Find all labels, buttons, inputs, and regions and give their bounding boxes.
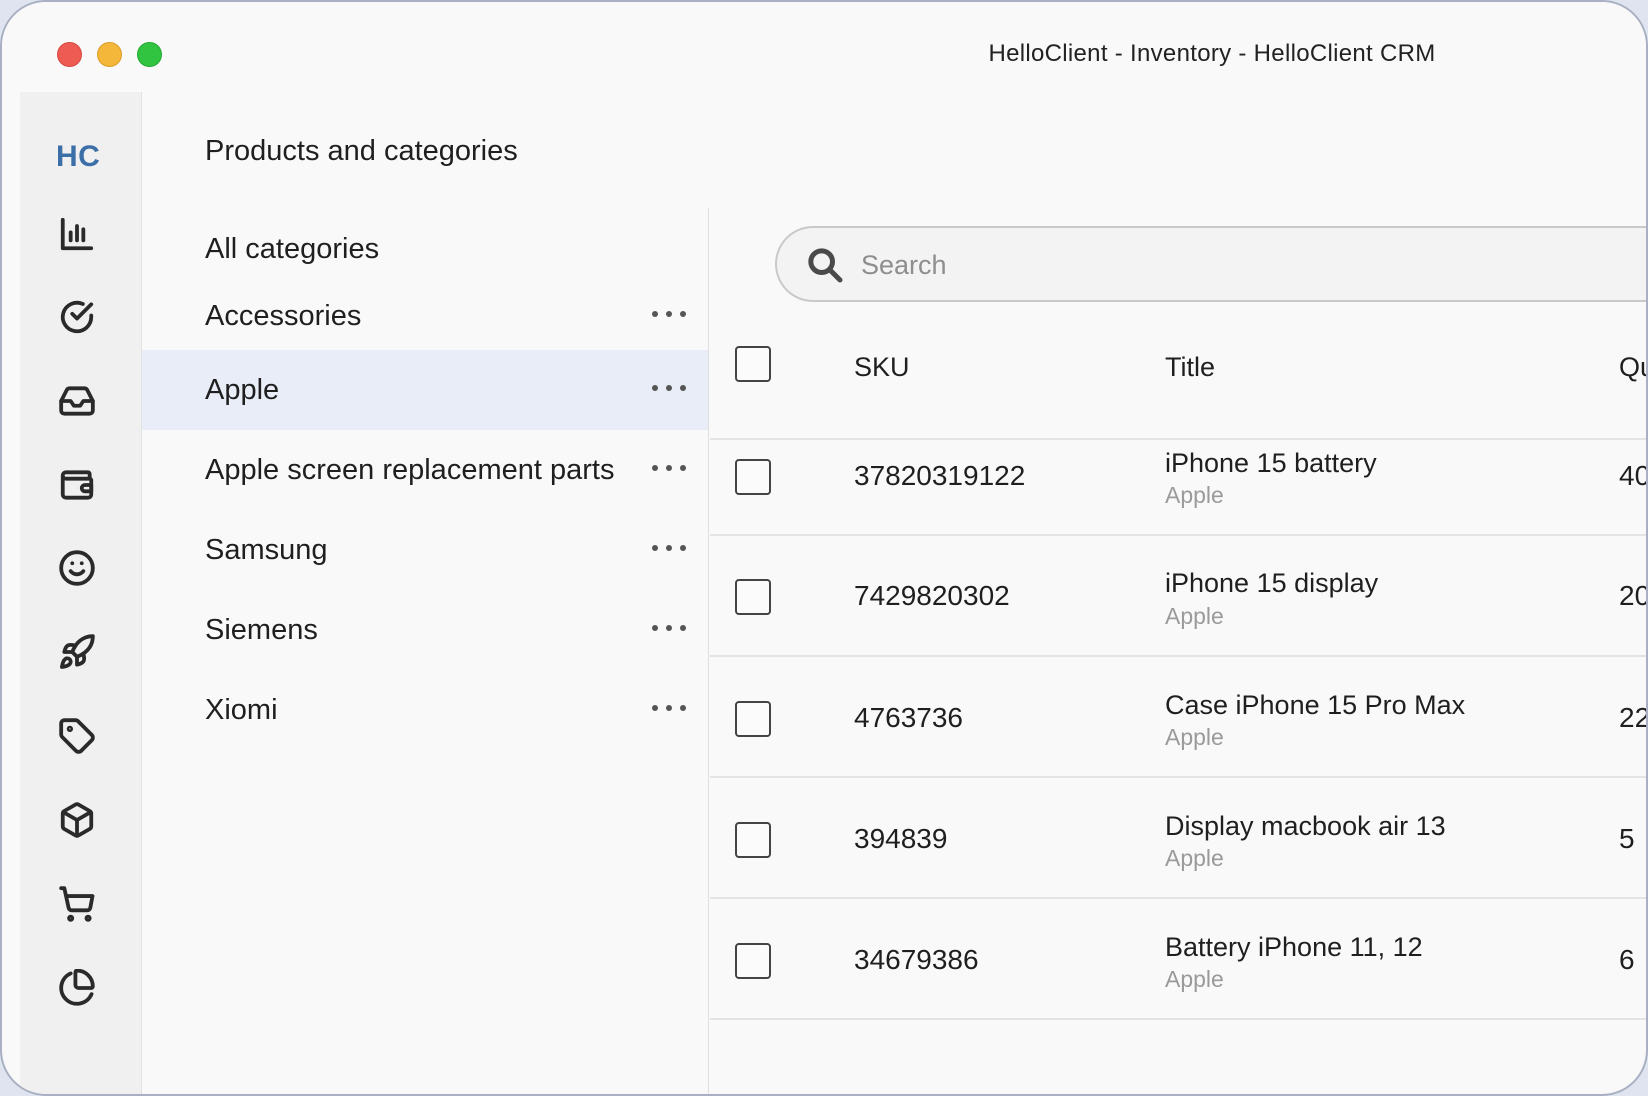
cell-category: Apple xyxy=(1165,724,1224,750)
table-row[interactable]: 4763736 Case iPhone 15 Pro Max Apple 22 xyxy=(710,657,1648,778)
category-item[interactable]: Apple screen replacement parts xyxy=(142,430,708,514)
more-options-icon[interactable] xyxy=(652,696,686,720)
cell-sku: 4763736 xyxy=(854,702,964,733)
cell-quantity: 5 xyxy=(1619,823,1635,854)
wallet-icon[interactable] xyxy=(57,465,97,505)
column-header-sku[interactable]: SKU xyxy=(854,352,910,383)
rocket-icon[interactable] xyxy=(57,632,97,672)
pie-chart-icon[interactable] xyxy=(57,968,97,1008)
more-options-icon[interactable] xyxy=(652,616,686,640)
table-row[interactable]: 394839 Display macbook air 13 Apple 5 xyxy=(710,778,1646,899)
category-item-selected[interactable]: Apple xyxy=(142,350,708,430)
category-all[interactable]: All categories xyxy=(205,233,379,266)
category-list: All categories Accessories Apple Apple s… xyxy=(142,208,709,1094)
inbox-icon[interactable] xyxy=(57,381,97,421)
row-checkbox[interactable] xyxy=(735,943,771,979)
table-row[interactable]: 7429820302 iPhone 15 display Apple 20 xyxy=(710,536,1648,657)
category-item[interactable]: Accessories xyxy=(142,274,708,358)
window-title: HelloClient - Inventory - HelloClient CR… xyxy=(988,40,1436,67)
minimize-window-button[interactable] xyxy=(97,42,122,67)
more-options-icon[interactable] xyxy=(652,302,686,326)
cell-category: Apple xyxy=(1165,482,1224,508)
search-input[interactable] xyxy=(861,246,1641,284)
category-label: Xiomi xyxy=(205,694,278,726)
cell-quantity: 6 xyxy=(1619,944,1635,975)
sidebar-rail: HC xyxy=(20,92,142,1094)
app-logo[interactable]: HC xyxy=(56,140,100,174)
category-label: Siemens xyxy=(205,614,318,646)
select-all-checkbox[interactable] xyxy=(735,346,771,382)
cell-title: Case iPhone 15 Pro Max xyxy=(1165,690,1466,720)
column-header-title[interactable]: Title xyxy=(1165,352,1215,383)
tag-icon[interactable] xyxy=(57,716,97,756)
category-label: Apple screen replacement parts xyxy=(205,454,615,486)
more-options-icon[interactable] xyxy=(652,456,686,480)
page-title: Products and categories xyxy=(205,135,518,167)
cell-sku: 7429820302 xyxy=(854,580,1010,611)
cart-icon[interactable] xyxy=(57,884,97,924)
cell-category: Apple xyxy=(1165,966,1224,992)
cell-sku: 37820319122 xyxy=(854,460,1026,491)
column-header-quantity[interactable]: Qu xyxy=(1619,352,1646,383)
row-checkbox[interactable] xyxy=(735,822,771,858)
title-bar: HelloClient - Inventory - HelloClient CR… xyxy=(2,2,1646,92)
cell-title: iPhone 15 battery xyxy=(1165,448,1377,478)
cell-quantity: 20 xyxy=(1619,580,1648,611)
product-panel: SKU Title Qu 37820319122 iPhone 15 batte… xyxy=(710,208,1648,1094)
more-options-icon[interactable] xyxy=(652,376,686,400)
app-window: HelloClient - Inventory - HelloClient CR… xyxy=(0,0,1648,1096)
close-window-button[interactable] xyxy=(57,42,82,67)
cell-category: Apple xyxy=(1165,845,1224,871)
bar-chart-icon[interactable] xyxy=(57,214,97,254)
box-icon[interactable] xyxy=(57,800,97,840)
row-checkbox[interactable] xyxy=(735,701,771,737)
cell-quantity: 40 xyxy=(1619,460,1648,491)
cell-quantity: 22 xyxy=(1619,702,1648,733)
more-options-icon[interactable] xyxy=(652,536,686,560)
table-row[interactable]: 37820319122 iPhone 15 battery Apple 40 xyxy=(710,414,1648,536)
cell-category: Apple xyxy=(1165,603,1224,629)
search-icon xyxy=(805,245,845,285)
cell-sku: 34679386 xyxy=(854,944,979,975)
category-item[interactable]: Samsung xyxy=(142,510,708,594)
table-row[interactable]: 34679386 Battery iPhone 11, 12 Apple 6 xyxy=(710,899,1646,1020)
check-circle-icon[interactable] xyxy=(57,297,97,337)
category-label: Samsung xyxy=(205,534,328,566)
cell-title: Display macbook air 13 xyxy=(1165,811,1446,841)
category-label: Accessories xyxy=(205,300,362,332)
smiley-icon[interactable] xyxy=(57,548,97,588)
row-checkbox[interactable] xyxy=(735,459,771,495)
row-checkbox[interactable] xyxy=(735,579,771,615)
category-item[interactable]: Siemens xyxy=(142,590,708,674)
category-item[interactable]: Xiomi xyxy=(142,670,708,754)
category-label: Apple xyxy=(205,374,280,406)
search-bar[interactable] xyxy=(775,226,1646,302)
cell-title: iPhone 15 display xyxy=(1165,568,1379,598)
zoom-window-button[interactable] xyxy=(137,42,162,67)
cell-title: Battery iPhone 11, 12 xyxy=(1165,932,1423,962)
cell-sku: 394839 xyxy=(854,823,948,854)
